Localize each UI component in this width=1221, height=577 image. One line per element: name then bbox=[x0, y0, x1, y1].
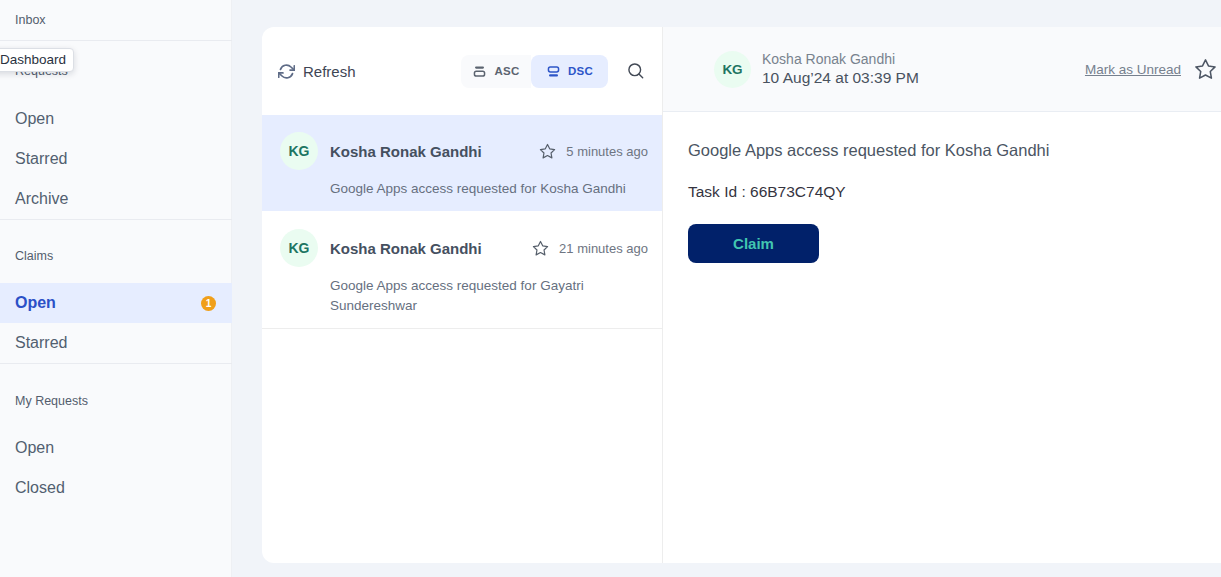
search-button[interactable] bbox=[626, 61, 646, 81]
item-sender-name: Kosha Ronak Gandhi bbox=[330, 240, 532, 257]
search-icon bbox=[626, 61, 646, 81]
detail-header: KG Kosha Ronak Gandhi 10 Aug’24 at 03:39… bbox=[663, 27, 1221, 112]
item-subtitle: Google Apps access requested for Kosha G… bbox=[330, 179, 635, 199]
sidebar-divider-2 bbox=[0, 219, 232, 220]
refresh-button[interactable]: Refresh bbox=[278, 63, 356, 80]
item-subtitle: Google Apps access requested for Gayatri… bbox=[330, 276, 635, 316]
avatar: KG bbox=[280, 229, 318, 267]
sort-asc-button[interactable]: ASC bbox=[461, 55, 531, 88]
task-detail-panel: KG Kosha Ronak Gandhi 10 Aug’24 at 03:39… bbox=[663, 27, 1221, 563]
sidebar-item-myrequests-open[interactable]: Open bbox=[0, 428, 232, 468]
refresh-icon bbox=[278, 63, 295, 80]
sidebar-item-myrequests-closed[interactable]: Closed bbox=[0, 468, 232, 508]
sort-desc-button[interactable]: DSC bbox=[531, 55, 608, 88]
detail-body: Google Apps access requested for Kosha G… bbox=[663, 112, 1221, 263]
star-icon[interactable] bbox=[532, 240, 549, 257]
sidebar-label-inbox: Inbox bbox=[15, 13, 46, 27]
star-icon[interactable] bbox=[1194, 58, 1217, 81]
claims-open-count-badge: 1 bbox=[201, 296, 216, 311]
sidebar-item-claims-starred[interactable]: Starred bbox=[0, 323, 232, 363]
task-list-panel: Refresh ASC DSC KG Kosha Ronak Gandhi bbox=[262, 27, 663, 563]
list-header: Refresh ASC DSC bbox=[262, 27, 662, 115]
avatar: KG bbox=[714, 51, 751, 88]
detail-task-id: Task Id : 66B73C74QY bbox=[688, 183, 1201, 201]
task-list-item-1[interactable]: KG Kosha Ronak Gandhi 5 minutes ago Goog… bbox=[262, 115, 662, 211]
dashboard-tooltip: Dashboard bbox=[0, 48, 74, 72]
main-card: Refresh ASC DSC KG Kosha Ronak Gandhi bbox=[262, 27, 1221, 563]
sort-asc-icon bbox=[472, 64, 487, 79]
sidebar-divider-3 bbox=[0, 363, 232, 364]
sort-toggle: ASC DSC bbox=[461, 55, 608, 88]
sidebar: Inbox Requests Open Starred Archive Clai… bbox=[0, 0, 232, 577]
sidebar-item-requests-starred[interactable]: Starred bbox=[0, 139, 232, 179]
item-timestamp: 21 minutes ago bbox=[559, 241, 648, 256]
claim-button[interactable]: Claim bbox=[688, 224, 819, 263]
detail-title: Google Apps access requested for Kosha G… bbox=[688, 141, 1201, 160]
item-sender-name: Kosha Ronak Gandhi bbox=[330, 143, 539, 160]
sidebar-item-requests-archive[interactable]: Archive bbox=[0, 179, 232, 219]
mark-as-unread-link[interactable]: Mark as Unread bbox=[1085, 62, 1181, 77]
avatar: KG bbox=[280, 132, 318, 170]
sidebar-divider-1 bbox=[0, 40, 232, 41]
star-icon[interactable] bbox=[539, 143, 556, 160]
sort-desc-icon bbox=[546, 64, 561, 79]
sidebar-label-my-requests: My Requests bbox=[15, 394, 88, 408]
sidebar-item-claims-open[interactable]: Open 1 bbox=[0, 283, 232, 323]
detail-timestamp: 10 Aug’24 at 03:39 PM bbox=[762, 68, 919, 88]
task-list-item-2[interactable]: KG Kosha Ronak Gandhi 21 minutes ago Goo… bbox=[262, 211, 662, 329]
sidebar-label-claims: Claims bbox=[15, 249, 53, 263]
item-timestamp: 5 minutes ago bbox=[566, 144, 648, 159]
sidebar-item-requests-open[interactable]: Open bbox=[0, 99, 232, 139]
detail-sender-name: Kosha Ronak Gandhi bbox=[762, 51, 919, 68]
